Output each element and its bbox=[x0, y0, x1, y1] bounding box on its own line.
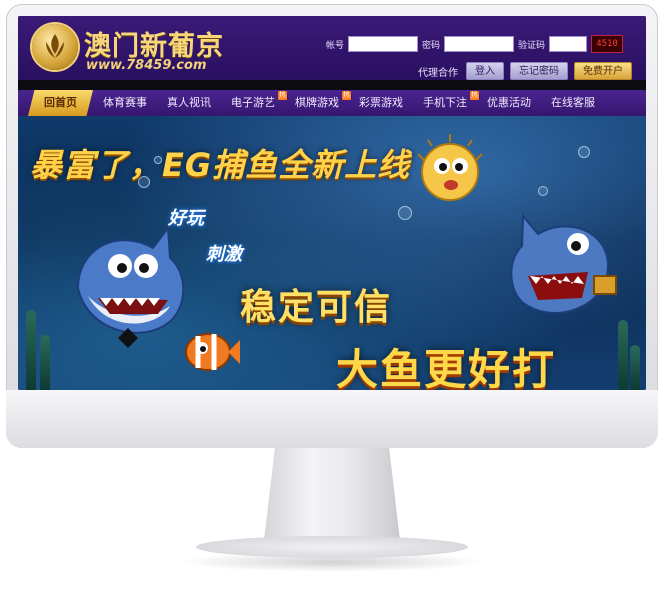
hero-banner[interactable]: 暴富了，EG捕鱼全新上线 好玩 刺激 稳定可信 大鱼更好打 bbox=[18, 116, 646, 390]
main-nav: 回首页 体育赛事 真人视讯 电子游艺热 棋牌游戏热 彩票游戏 手机下注热 优惠活… bbox=[18, 90, 646, 116]
login-button[interactable]: 登入 bbox=[466, 62, 504, 80]
nav-item-live-video[interactable]: 真人视讯 bbox=[157, 90, 221, 116]
nav-item-label: 电子游艺 bbox=[231, 96, 275, 109]
clownfish-icon bbox=[185, 333, 240, 371]
seaweed-decor bbox=[40, 335, 50, 390]
monitor-stand-neck bbox=[264, 448, 400, 540]
captcha-input[interactable] bbox=[549, 36, 588, 52]
nav-item-label: 优惠活动 bbox=[487, 96, 531, 109]
nav-item-sports[interactable]: 体育赛事 bbox=[93, 90, 157, 116]
banner-slogan-stable: 稳定可信 bbox=[240, 287, 393, 328]
screen: 澳门新葡京 www.78459.com 帐号 密码 验证码 4510 代理合作 … bbox=[18, 16, 646, 390]
seaweed-decor bbox=[618, 320, 628, 390]
captcha-image[interactable]: 4510 bbox=[591, 35, 624, 53]
nav-item-label: 彩票游戏 bbox=[359, 96, 403, 109]
password-label: 密码 bbox=[422, 40, 441, 51]
nav-item-label: 真人视讯 bbox=[167, 96, 211, 109]
forgot-password-button[interactable]: 忘记密码 bbox=[510, 62, 568, 80]
banner-tag-fun: 好玩 bbox=[168, 208, 204, 229]
seaweed-decor bbox=[630, 345, 640, 390]
nav-item-customer-service[interactable]: 在线客服 bbox=[541, 90, 605, 116]
nav-item-lottery[interactable]: 彩票游戏 bbox=[349, 90, 413, 116]
site-header: 澳门新葡京 www.78459.com 帐号 密码 验证码 4510 代理合作 … bbox=[18, 16, 646, 80]
monitor-stand-base bbox=[196, 536, 468, 558]
code-label: 验证码 bbox=[518, 40, 546, 51]
banner-slogan-bigfish: 大鱼更好打 bbox=[336, 345, 557, 390]
account-label: 帐号 bbox=[326, 40, 345, 51]
shark-right-icon bbox=[510, 213, 617, 314]
shark-left-icon bbox=[76, 225, 185, 348]
pufferfish-icon bbox=[417, 134, 483, 201]
nav-item-label: 回首页 bbox=[44, 96, 77, 109]
monitor-frame: 澳门新葡京 www.78459.com 帐号 密码 验证码 4510 代理合作 … bbox=[6, 4, 658, 448]
banner-headline: 暴富了，EG捕鱼全新上线 bbox=[30, 146, 411, 184]
nav-item-label: 体育赛事 bbox=[103, 96, 147, 109]
bubble-decor bbox=[538, 186, 548, 196]
bubble-decor bbox=[578, 146, 590, 158]
nav-item-mobile-betting[interactable]: 手机下注热 bbox=[413, 90, 479, 116]
logo-emblem-icon bbox=[32, 24, 78, 70]
seaweed-decor bbox=[26, 310, 36, 390]
login-form: 帐号 密码 验证码 4510 bbox=[326, 34, 624, 54]
nav-item-home[interactable]: 回首页 bbox=[28, 90, 93, 116]
monitor-chin bbox=[6, 390, 658, 448]
nav-item-label: 在线客服 bbox=[551, 96, 595, 109]
nav-item-slots[interactable]: 电子游艺热 bbox=[221, 90, 287, 116]
nav-item-card-games[interactable]: 棋牌游戏热 bbox=[285, 90, 351, 116]
nav-item-label: 棋牌游戏 bbox=[295, 96, 339, 109]
nav-item-promotions[interactable]: 优惠活动 bbox=[477, 90, 541, 116]
nav-item-label: 手机下注 bbox=[423, 96, 467, 109]
free-register-button[interactable]: 免费开户 bbox=[574, 62, 632, 80]
login-actions: 代理合作 登入 忘记密码 免费开户 bbox=[418, 62, 632, 80]
account-input[interactable] bbox=[348, 36, 419, 52]
password-input[interactable] bbox=[444, 36, 515, 52]
brand-url: www.78459.com bbox=[86, 58, 207, 73]
agent-cooperation-link[interactable]: 代理合作 bbox=[418, 64, 458, 79]
banner-tag-exciting: 刺激 bbox=[206, 244, 242, 265]
